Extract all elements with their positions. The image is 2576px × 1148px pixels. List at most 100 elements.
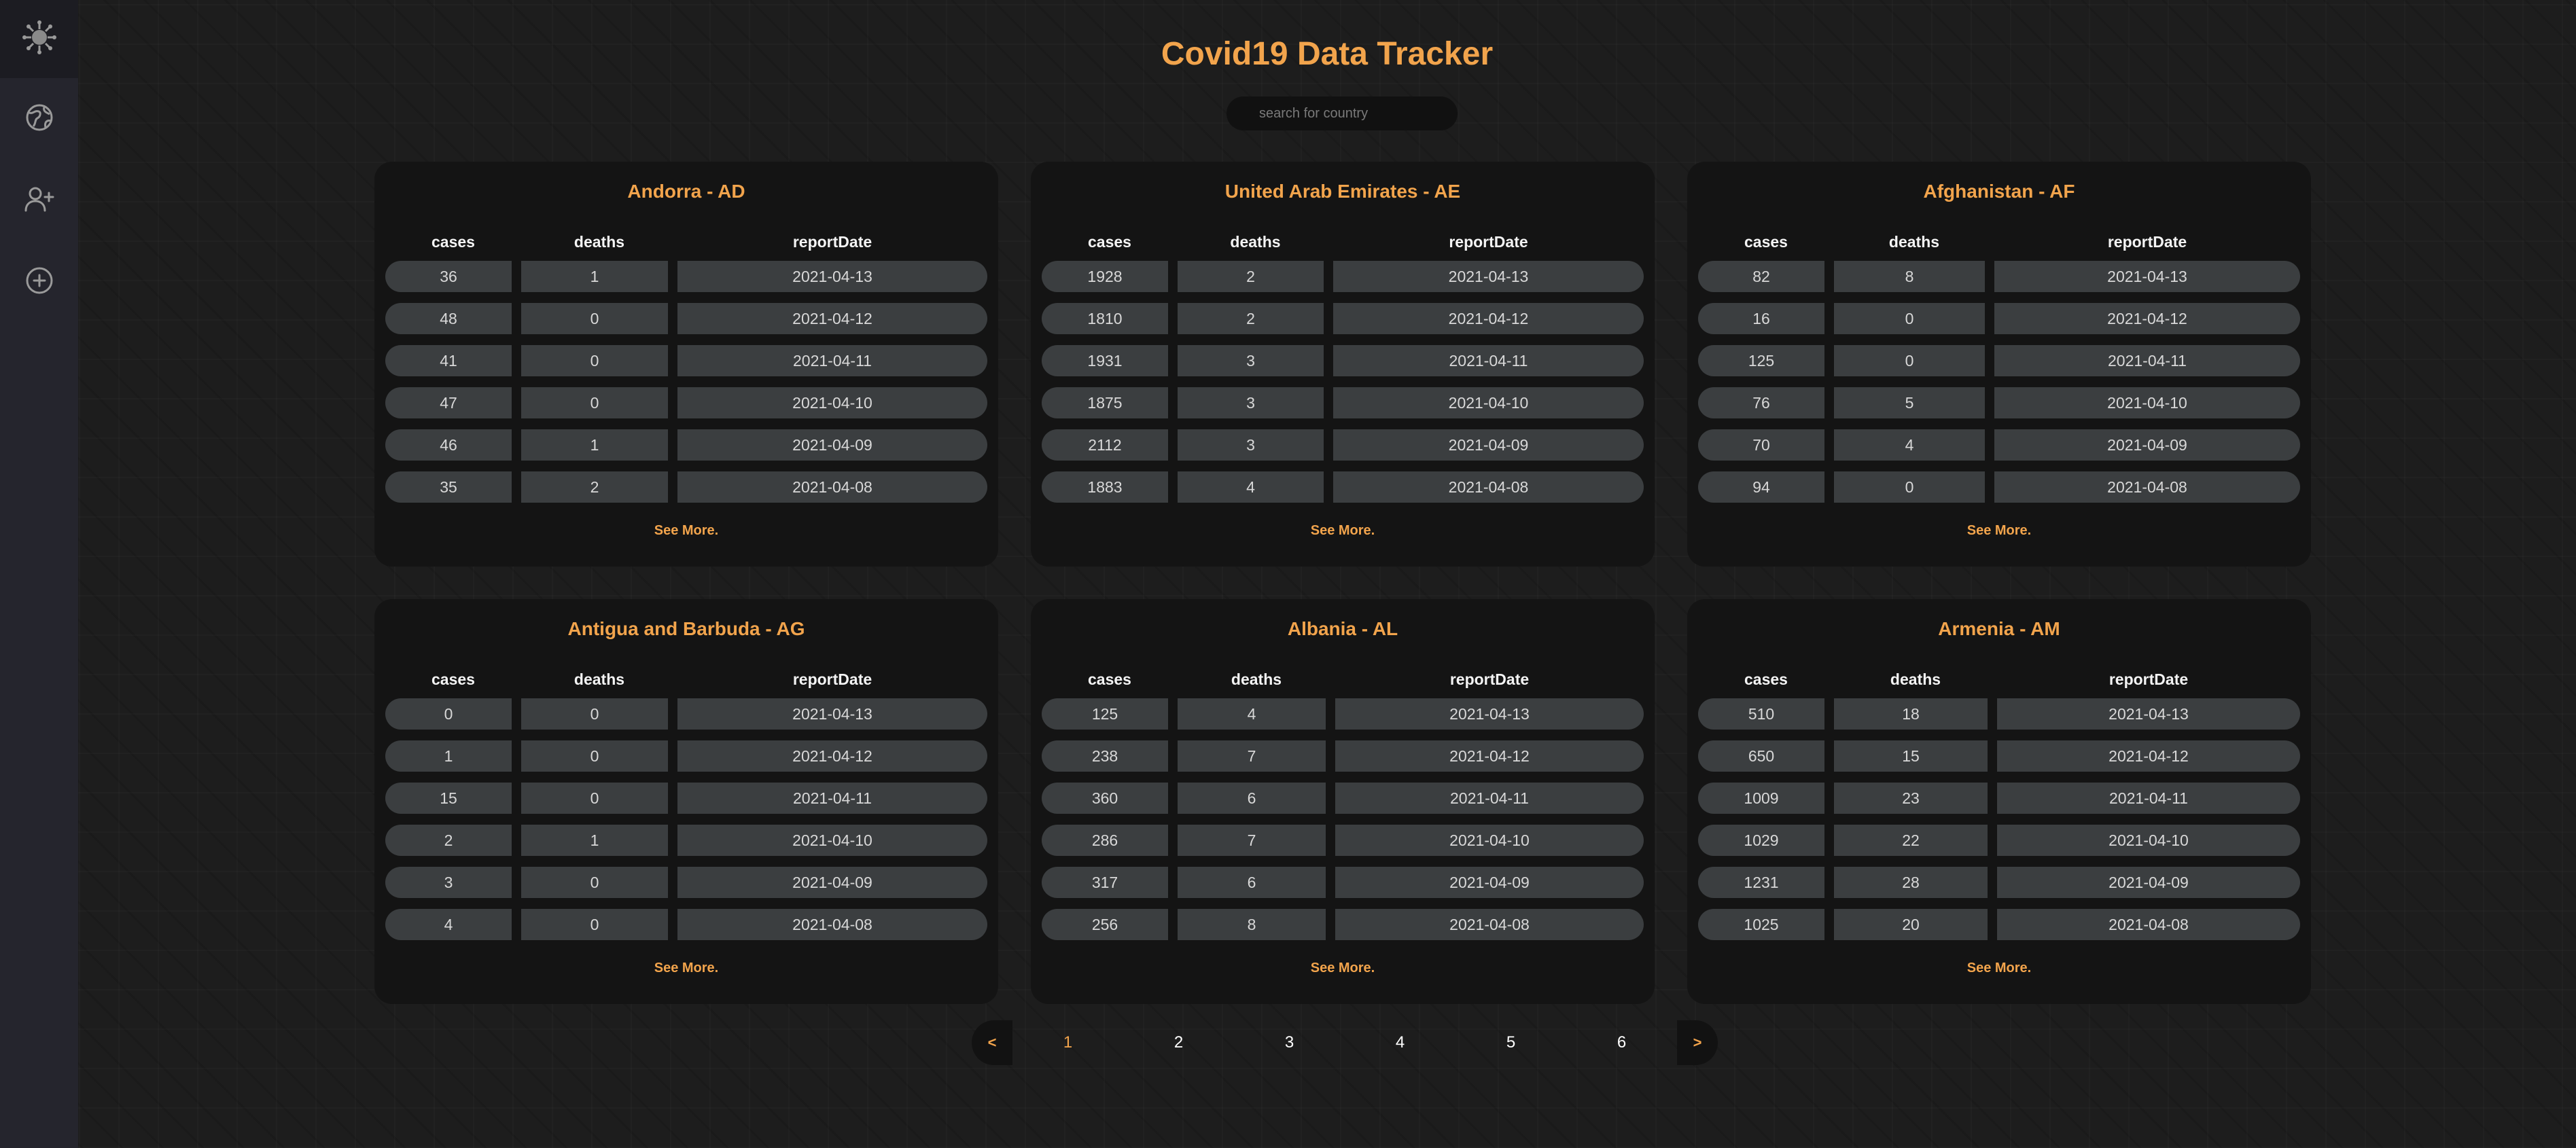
- table-header: cases deaths reportDate: [385, 666, 987, 693]
- sidebar-logo[interactable]: [0, 0, 78, 78]
- column-header-report-date: reportDate: [2107, 232, 2187, 251]
- country-card: Andorra - AD cases deaths reportDate 36 1 2021…: [374, 162, 998, 567]
- deaths-cell: 4: [1178, 471, 1324, 503]
- deaths-cell: 2: [1178, 303, 1324, 334]
- deaths-cell: 8: [1178, 909, 1326, 940]
- page-button-1[interactable]: 1: [1012, 1033, 1123, 1052]
- column-header-deaths: deaths: [574, 670, 625, 688]
- sidebar: [0, 0, 78, 1148]
- column-header-cases: cases: [1088, 670, 1131, 688]
- column-header-cases: cases: [1744, 232, 1788, 251]
- report-date-cell: 2021-04-13: [1333, 261, 1644, 292]
- deaths-cell: 7: [1178, 740, 1326, 772]
- sidebar-item-add-user[interactable]: [0, 160, 78, 241]
- report-date-cell: 2021-04-12: [677, 740, 987, 772]
- report-date-cell: 2021-04-08: [1333, 471, 1644, 503]
- search-input[interactable]: [1227, 96, 1458, 130]
- page-button-4[interactable]: 4: [1345, 1033, 1455, 1052]
- cases-cell: 510: [1698, 698, 1824, 730]
- deaths-cell: 6: [1178, 867, 1326, 898]
- deaths-cell: 0: [521, 740, 668, 772]
- deaths-cell: 3: [1178, 387, 1324, 418]
- column-header-report-date: reportDate: [792, 232, 872, 251]
- deaths-cell: 1: [521, 429, 668, 461]
- report-date-cell: 2021-04-08: [1994, 471, 2300, 503]
- deaths-cell: 18: [1834, 698, 1988, 730]
- report-date-cell: 2021-04-12: [677, 303, 987, 334]
- cases-cell: 317: [1042, 867, 1168, 898]
- cases-cell: 1009: [1698, 783, 1824, 814]
- cases-cell: 1: [385, 740, 512, 772]
- page-button-6[interactable]: 6: [1566, 1033, 1677, 1052]
- next-page-button[interactable]: >: [1677, 1020, 1718, 1065]
- country-card: United Arab Emirates - AE cases deaths repo…: [1031, 162, 1655, 567]
- report-date-cell: 2021-04-08: [677, 909, 987, 940]
- table-row: 47 0 2021-04-10: [385, 387, 987, 418]
- cases-cell: 16: [1698, 303, 1824, 334]
- deaths-cell: 7: [1178, 825, 1326, 856]
- page-button-3[interactable]: 3: [1234, 1033, 1345, 1052]
- see-more-link[interactable]: See More.: [385, 961, 987, 976]
- see-more-link[interactable]: See More.: [1042, 961, 1644, 976]
- table-row: 2112 3 2021-04-09: [1042, 429, 1644, 461]
- see-more-link[interactable]: See More.: [1042, 523, 1644, 539]
- prev-page-button[interactable]: <: [972, 1020, 1012, 1065]
- cases-cell: 70: [1698, 429, 1824, 461]
- sidebar-item-globe[interactable]: [0, 78, 78, 160]
- report-date-cell: 2021-04-11: [1333, 345, 1644, 376]
- report-date-cell: 2021-04-10: [677, 825, 987, 856]
- deaths-cell: 23: [1834, 783, 1988, 814]
- report-date-cell: 2021-04-09: [677, 867, 987, 898]
- deaths-cell: 0: [521, 867, 668, 898]
- table-row: 35 2 2021-04-08: [385, 471, 987, 503]
- table-row: 1883 4 2021-04-08: [1042, 471, 1644, 503]
- page-button-5[interactable]: 5: [1455, 1033, 1566, 1052]
- cases-cell: 2: [385, 825, 512, 856]
- report-date-cell: 2021-04-11: [1997, 783, 2300, 814]
- report-date-cell: 2021-04-13: [1994, 261, 2300, 292]
- deaths-cell: 0: [521, 387, 668, 418]
- table-row: 36 1 2021-04-13: [385, 261, 987, 292]
- table-header: cases deaths reportDate: [1042, 228, 1644, 255]
- deaths-cell: 15: [1834, 740, 1988, 772]
- virus-logo-icon: [22, 20, 57, 58]
- cases-cell: 1810: [1042, 303, 1168, 334]
- column-header-report-date: reportDate: [792, 670, 872, 688]
- cases-cell: 47: [385, 387, 512, 418]
- cases-cell: 46: [385, 429, 512, 461]
- table-row: 125 0 2021-04-11: [1698, 345, 2300, 376]
- deaths-cell: 8: [1834, 261, 1985, 292]
- cases-cell: 1875: [1042, 387, 1168, 418]
- deaths-cell: 4: [1178, 698, 1326, 730]
- report-date-cell: 2021-04-09: [677, 429, 987, 461]
- page-button-2[interactable]: 2: [1123, 1033, 1234, 1052]
- table-header: cases deaths reportDate: [385, 228, 987, 255]
- report-date-cell: 2021-04-10: [677, 387, 987, 418]
- deaths-cell: 0: [521, 783, 668, 814]
- deaths-cell: 3: [1178, 429, 1324, 461]
- report-date-cell: 2021-04-13: [677, 261, 987, 292]
- column-header-deaths: deaths: [1890, 670, 1941, 688]
- country-title: Andorra - AD: [627, 181, 745, 202]
- report-date-cell: 2021-04-10: [1333, 387, 1644, 418]
- cases-cell: 3: [385, 867, 512, 898]
- see-more-link[interactable]: See More.: [1698, 523, 2300, 539]
- report-date-cell: 2021-04-08: [1997, 909, 2300, 940]
- report-date-cell: 2021-04-13: [1335, 698, 1644, 730]
- column-header-cases: cases: [1744, 670, 1788, 688]
- cases-cell: 82: [1698, 261, 1824, 292]
- report-date-cell: 2021-04-11: [677, 783, 987, 814]
- add-user-icon: [24, 183, 55, 218]
- cases-cell: 35: [385, 471, 512, 503]
- report-date-cell: 2021-04-10: [1997, 825, 2300, 856]
- table-row: 3 0 2021-04-09: [385, 867, 987, 898]
- table-row: 1009 23 2021-04-11: [1698, 783, 2300, 814]
- report-date-cell: 2021-04-11: [677, 345, 987, 376]
- sidebar-item-add[interactable]: [0, 241, 78, 323]
- see-more-link[interactable]: See More.: [1698, 961, 2300, 976]
- table-row: 238 7 2021-04-12: [1042, 740, 1644, 772]
- table-row: 256 8 2021-04-08: [1042, 909, 1644, 940]
- cases-cell: 36: [385, 261, 512, 292]
- see-more-link[interactable]: See More.: [385, 523, 987, 539]
- deaths-cell: 0: [521, 303, 668, 334]
